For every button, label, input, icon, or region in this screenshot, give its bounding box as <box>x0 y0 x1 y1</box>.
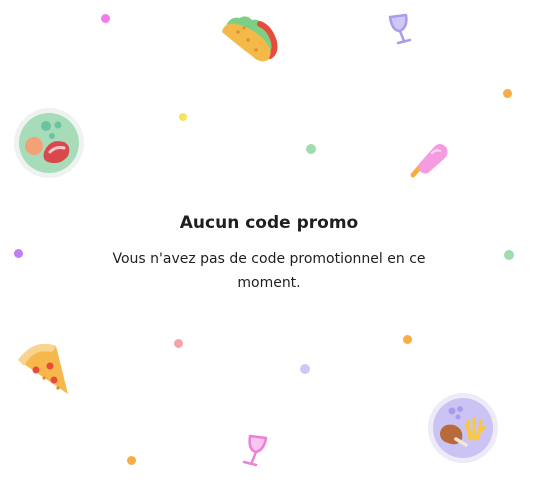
confetti-dot <box>14 249 23 258</box>
empty-state-title: Aucun code promo <box>179 213 359 233</box>
confetti-dot <box>101 14 110 23</box>
pizza-slice-icon <box>18 343 68 394</box>
popsicle-icon <box>410 144 448 178</box>
confetti-dot <box>504 250 514 260</box>
confetti-dot <box>403 335 412 344</box>
salad-plate-icon <box>14 108 84 178</box>
wine-glass-icon <box>242 434 268 467</box>
chicken-fries-plate-icon <box>428 393 498 463</box>
confetti-dot <box>300 364 310 374</box>
confetti-dot <box>306 144 316 154</box>
wine-glass-icon <box>388 13 412 45</box>
empty-promo-screen: Aucun code promo Vous n'avez pas de code… <box>0 0 538 496</box>
taco-icon <box>222 16 278 62</box>
confetti-dot <box>174 339 183 348</box>
confetti-dot <box>127 456 136 465</box>
confetti-dot <box>503 89 512 98</box>
empty-state-message: Vous n'avez pas de code promotionnel en … <box>112 251 426 291</box>
confetti-dot <box>179 113 187 121</box>
